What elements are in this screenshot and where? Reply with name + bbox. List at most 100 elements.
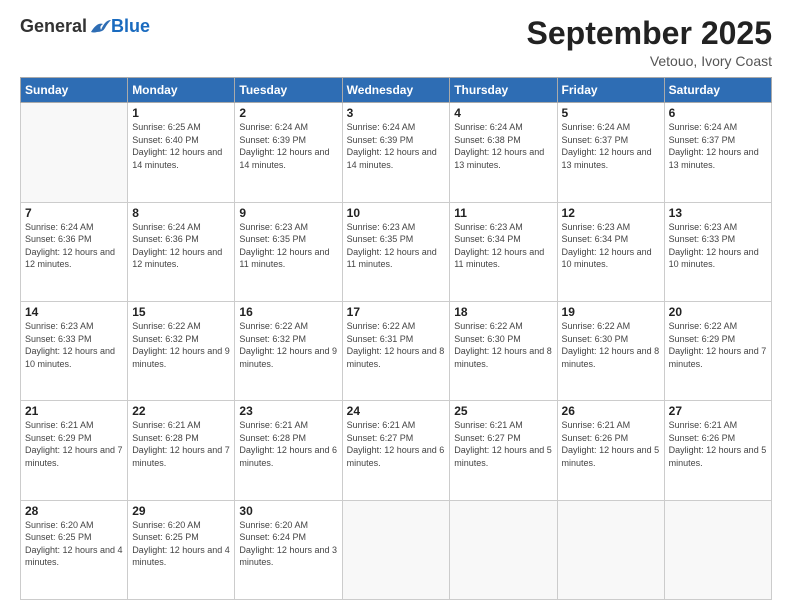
day-info: Sunrise: 6:21 AM Sunset: 6:26 PM Dayligh…	[669, 419, 767, 469]
day-number: 18	[454, 305, 552, 319]
day-number: 1	[132, 106, 230, 120]
calendar-day-cell: 16Sunrise: 6:22 AM Sunset: 6:32 PM Dayli…	[235, 301, 342, 400]
day-info: Sunrise: 6:22 AM Sunset: 6:30 PM Dayligh…	[562, 320, 660, 370]
day-info: Sunrise: 6:22 AM Sunset: 6:29 PM Dayligh…	[669, 320, 767, 370]
calendar-day-cell: 17Sunrise: 6:22 AM Sunset: 6:31 PM Dayli…	[342, 301, 450, 400]
day-info: Sunrise: 6:23 AM Sunset: 6:34 PM Dayligh…	[562, 221, 660, 271]
day-number: 21	[25, 404, 123, 418]
calendar-day-cell: 10Sunrise: 6:23 AM Sunset: 6:35 PM Dayli…	[342, 202, 450, 301]
day-info: Sunrise: 6:24 AM Sunset: 6:39 PM Dayligh…	[347, 121, 446, 171]
calendar-day-header: Thursday	[450, 78, 557, 103]
day-number: 29	[132, 504, 230, 518]
calendar-header-row: SundayMondayTuesdayWednesdayThursdayFrid…	[21, 78, 772, 103]
day-info: Sunrise: 6:21 AM Sunset: 6:28 PM Dayligh…	[132, 419, 230, 469]
calendar-day-cell: 27Sunrise: 6:21 AM Sunset: 6:26 PM Dayli…	[664, 401, 771, 500]
day-number: 27	[669, 404, 767, 418]
day-number: 23	[239, 404, 337, 418]
calendar-week-row: 21Sunrise: 6:21 AM Sunset: 6:29 PM Dayli…	[21, 401, 772, 500]
day-info: Sunrise: 6:20 AM Sunset: 6:25 PM Dayligh…	[25, 519, 123, 569]
day-info: Sunrise: 6:21 AM Sunset: 6:29 PM Dayligh…	[25, 419, 123, 469]
calendar-day-header: Wednesday	[342, 78, 450, 103]
day-info: Sunrise: 6:23 AM Sunset: 6:35 PM Dayligh…	[239, 221, 337, 271]
calendar-day-cell: 12Sunrise: 6:23 AM Sunset: 6:34 PM Dayli…	[557, 202, 664, 301]
calendar-day-cell: 24Sunrise: 6:21 AM Sunset: 6:27 PM Dayli…	[342, 401, 450, 500]
day-info: Sunrise: 6:22 AM Sunset: 6:32 PM Dayligh…	[132, 320, 230, 370]
day-number: 20	[669, 305, 767, 319]
day-number: 24	[347, 404, 446, 418]
calendar-day-cell: 1Sunrise: 6:25 AM Sunset: 6:40 PM Daylig…	[128, 103, 235, 202]
day-info: Sunrise: 6:21 AM Sunset: 6:26 PM Dayligh…	[562, 419, 660, 469]
day-number: 9	[239, 206, 337, 220]
day-info: Sunrise: 6:20 AM Sunset: 6:24 PM Dayligh…	[239, 519, 337, 569]
calendar-day-cell: 30Sunrise: 6:20 AM Sunset: 6:24 PM Dayli…	[235, 500, 342, 599]
day-info: Sunrise: 6:25 AM Sunset: 6:40 PM Dayligh…	[132, 121, 230, 171]
calendar-day-header: Monday	[128, 78, 235, 103]
calendar-day-header: Friday	[557, 78, 664, 103]
day-number: 17	[347, 305, 446, 319]
day-number: 7	[25, 206, 123, 220]
day-info: Sunrise: 6:22 AM Sunset: 6:30 PM Dayligh…	[454, 320, 552, 370]
calendar-day-cell: 7Sunrise: 6:24 AM Sunset: 6:36 PM Daylig…	[21, 202, 128, 301]
calendar-week-row: 7 Sunrise: 6:24 AM Sunset: 6:36 PM Daylig…	[21, 202, 772, 301]
calendar-day-cell: 3Sunrise: 6:24 AM Sunset: 6:39 PM Daylig…	[342, 103, 450, 202]
day-info: Sunrise: 6:23 AM Sunset: 6:33 PM Dayligh…	[25, 320, 123, 370]
day-number: 15	[132, 305, 230, 319]
day-info: Sunrise: 6:24 AM Sunset: 6:37 PM Dayligh…	[669, 121, 767, 171]
day-info: Sunrise: 6:20 AM Sunset: 6:25 PM Dayligh…	[132, 519, 230, 569]
day-number: 12	[562, 206, 660, 220]
calendar-day-cell: 26Sunrise: 6:21 AM Sunset: 6:26 PM Dayli…	[557, 401, 664, 500]
day-number: 3	[347, 106, 446, 120]
day-info: Sunrise: 6:21 AM Sunset: 6:28 PM Dayligh…	[239, 419, 337, 469]
calendar-day-header: Saturday	[664, 78, 771, 103]
logo-bird-icon	[89, 18, 111, 36]
month-title: September 2025	[527, 16, 772, 51]
day-info: Sunrise: 6:24 AM Sunset: 6:38 PM Dayligh…	[454, 121, 552, 171]
day-number: 8	[132, 206, 230, 220]
calendar-day-cell: 14Sunrise: 6:23 AM Sunset: 6:33 PM Dayli…	[21, 301, 128, 400]
day-number: 6	[669, 106, 767, 120]
calendar-day-cell: 29Sunrise: 6:20 AM Sunset: 6:25 PM Dayli…	[128, 500, 235, 599]
day-number: 10	[347, 206, 446, 220]
day-number: 25	[454, 404, 552, 418]
calendar-day-cell: 25Sunrise: 6:21 AM Sunset: 6:27 PM Dayli…	[450, 401, 557, 500]
calendar-day-header: Sunday	[21, 78, 128, 103]
calendar-day-cell: 22Sunrise: 6:21 AM Sunset: 6:28 PM Dayli…	[128, 401, 235, 500]
calendar-day-cell: 11Sunrise: 6:23 AM Sunset: 6:34 PM Dayli…	[450, 202, 557, 301]
calendar-day-cell: 5Sunrise: 6:24 AM Sunset: 6:37 PM Daylig…	[557, 103, 664, 202]
day-info: Sunrise: 6:24 AM Sunset: 6:36 PM Dayligh…	[132, 221, 230, 271]
day-info: Sunrise: 6:23 AM Sunset: 6:34 PM Dayligh…	[454, 221, 552, 271]
logo-blue-text: Blue	[111, 16, 150, 37]
calendar-table: SundayMondayTuesdayWednesdayThursdayFrid…	[20, 77, 772, 600]
day-info: Sunrise: 6:22 AM Sunset: 6:32 PM Dayligh…	[239, 320, 337, 370]
calendar-week-row: 28Sunrise: 6:20 AM Sunset: 6:25 PM Dayli…	[21, 500, 772, 599]
calendar-day-cell: 15Sunrise: 6:22 AM Sunset: 6:32 PM Dayli…	[128, 301, 235, 400]
day-number: 28	[25, 504, 123, 518]
day-number: 14	[25, 305, 123, 319]
day-number: 16	[239, 305, 337, 319]
day-info: Sunrise: 6:24 AM Sunset: 6:39 PM Dayligh…	[239, 121, 337, 171]
calendar-week-row: 1Sunrise: 6:25 AM Sunset: 6:40 PM Daylig…	[21, 103, 772, 202]
day-info: Sunrise: 6:22 AM Sunset: 6:31 PM Dayligh…	[347, 320, 446, 370]
calendar-day-cell: 6Sunrise: 6:24 AM Sunset: 6:37 PM Daylig…	[664, 103, 771, 202]
calendar-day-cell: 9Sunrise: 6:23 AM Sunset: 6:35 PM Daylig…	[235, 202, 342, 301]
calendar-day-cell: 21Sunrise: 6:21 AM Sunset: 6:29 PM Dayli…	[21, 401, 128, 500]
day-number: 2	[239, 106, 337, 120]
calendar-day-cell: 19Sunrise: 6:22 AM Sunset: 6:30 PM Dayli…	[557, 301, 664, 400]
calendar-day-cell	[21, 103, 128, 202]
day-number: 30	[239, 504, 337, 518]
calendar-day-cell: 8Sunrise: 6:24 AM Sunset: 6:36 PM Daylig…	[128, 202, 235, 301]
day-number: 11	[454, 206, 552, 220]
day-number: 4	[454, 106, 552, 120]
day-number: 22	[132, 404, 230, 418]
calendar-day-cell	[342, 500, 450, 599]
day-info: Sunrise: 6:24 AM Sunset: 6:37 PM Dayligh…	[562, 121, 660, 171]
location-subtitle: Vetouo, Ivory Coast	[527, 53, 772, 69]
calendar-day-cell	[450, 500, 557, 599]
day-info: Sunrise: 6:23 AM Sunset: 6:35 PM Dayligh…	[347, 221, 446, 271]
calendar-day-cell: 18Sunrise: 6:22 AM Sunset: 6:30 PM Dayli…	[450, 301, 557, 400]
calendar-day-cell: 2Sunrise: 6:24 AM Sunset: 6:39 PM Daylig…	[235, 103, 342, 202]
day-number: 19	[562, 305, 660, 319]
day-info: Sunrise: 6:21 AM Sunset: 6:27 PM Dayligh…	[347, 419, 446, 469]
calendar-day-header: Tuesday	[235, 78, 342, 103]
calendar-day-cell	[664, 500, 771, 599]
